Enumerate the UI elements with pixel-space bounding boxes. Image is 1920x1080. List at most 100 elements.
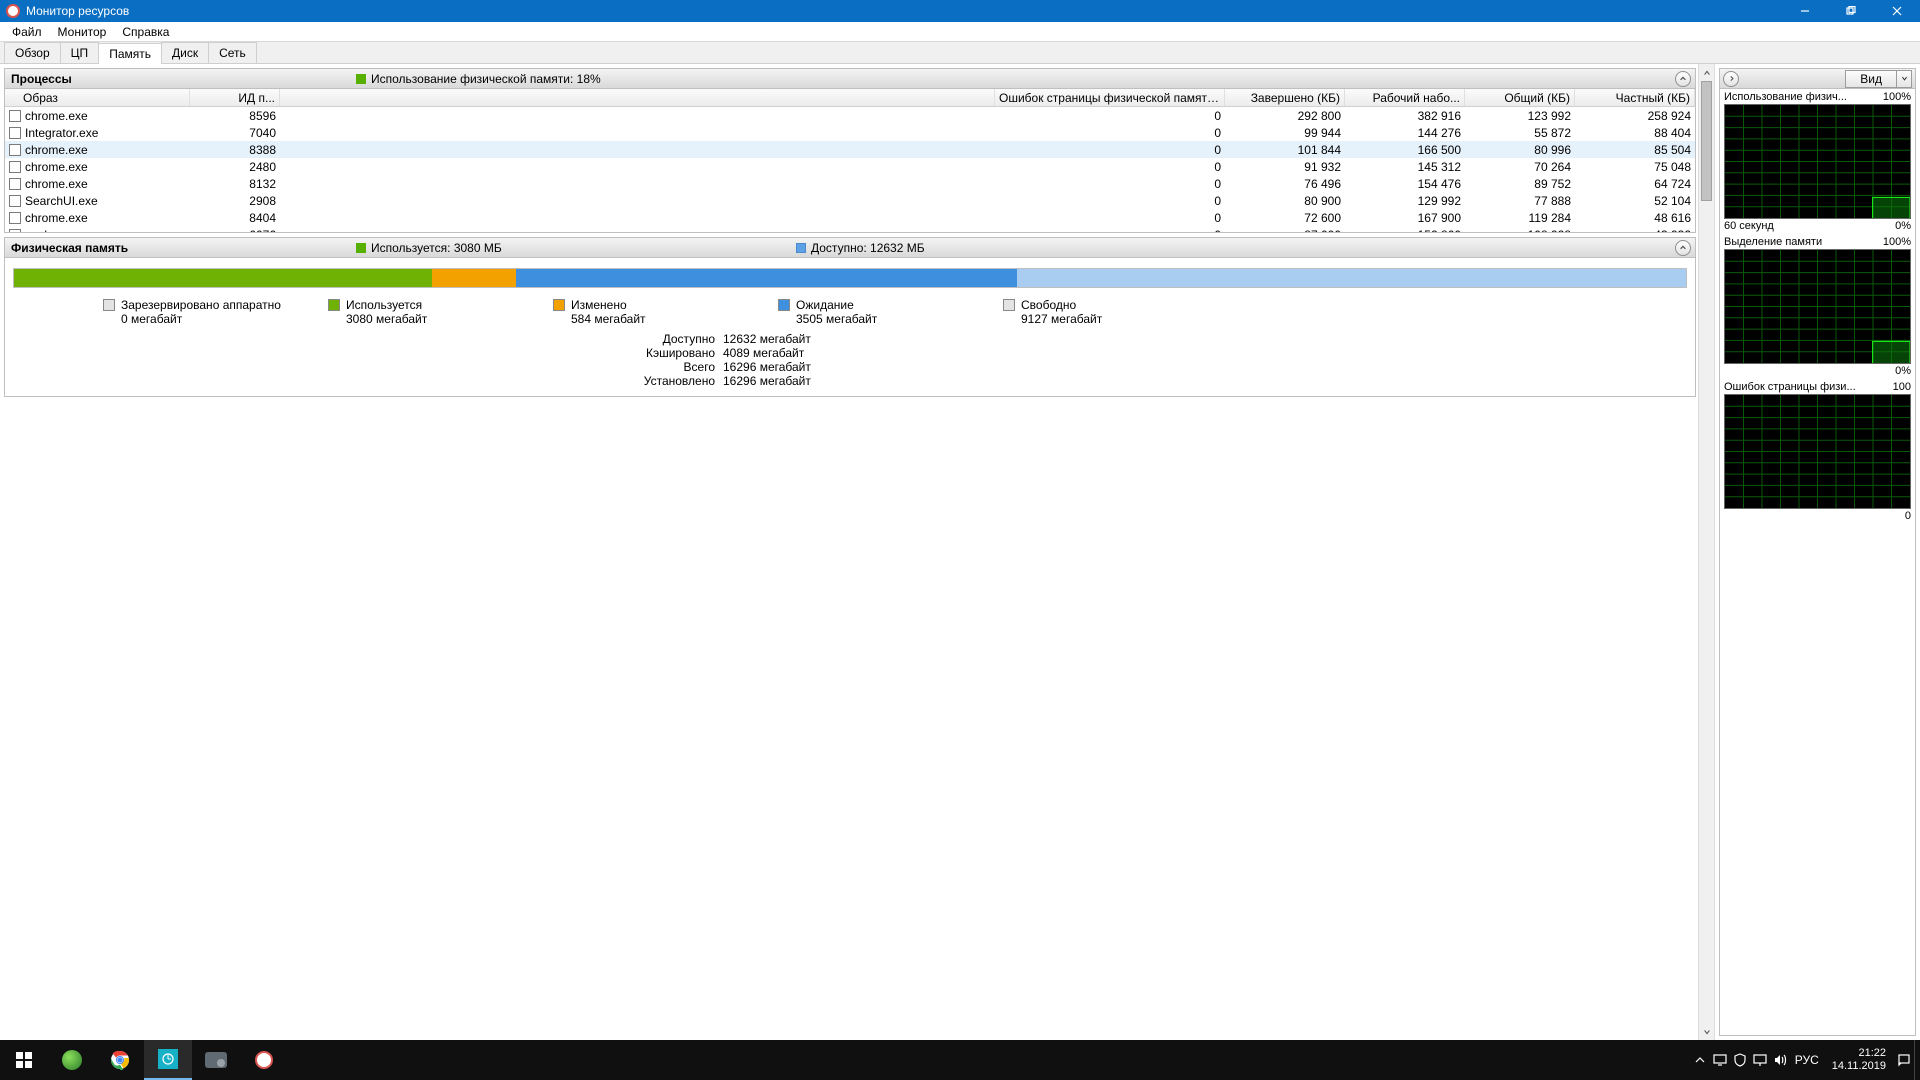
checkbox[interactable] (9, 195, 21, 207)
blue-square-icon (796, 243, 806, 253)
green-square-icon (356, 74, 366, 84)
chart-usage-min: 0% (1895, 220, 1911, 232)
col-pid[interactable]: ИД п... (190, 89, 280, 106)
checkbox[interactable] (9, 161, 21, 173)
processes-section: Процессы Использование физической памяти… (4, 68, 1696, 233)
tab-network[interactable]: Сеть (208, 42, 257, 63)
checkbox[interactable] (9, 212, 21, 224)
chart-faults-graph (1724, 394, 1911, 509)
total-total-value: 16296 мегабайт (723, 360, 811, 374)
start-button[interactable] (0, 1040, 48, 1080)
menubar: Файл Монитор Справка (0, 22, 1920, 42)
legend-used-label: Используется (346, 298, 427, 312)
charts-nav-button[interactable] (1723, 71, 1739, 87)
legend-standby-icon (778, 299, 790, 311)
tray-network-icon[interactable] (1750, 1040, 1770, 1080)
chart-usage-time: 60 секунд (1724, 220, 1774, 232)
checkbox[interactable] (9, 127, 21, 139)
vertical-scrollbar[interactable] (1698, 64, 1715, 1040)
scroll-track[interactable] (1699, 81, 1714, 1023)
view-dropdown-caret[interactable] (1897, 70, 1912, 88)
legend-used-value: 3080 мегабайт (346, 312, 427, 326)
tray-volume-icon[interactable] (1770, 1040, 1790, 1080)
tab-memory[interactable]: Память (98, 43, 162, 64)
chart-alloc: Выделение памяти100% 0% (1720, 234, 1915, 379)
tray-shield-icon[interactable] (1730, 1040, 1750, 1080)
tab-disk[interactable]: Диск (161, 42, 209, 63)
checkbox[interactable] (9, 144, 21, 156)
total-total-label: Всего (623, 360, 723, 374)
taskbar-chrome[interactable] (96, 1040, 144, 1080)
minimize-button[interactable] (1782, 0, 1828, 22)
tab-overview[interactable]: Обзор (4, 42, 61, 63)
taskbar-app-1[interactable] (48, 1040, 96, 1080)
tray-language[interactable]: РУС (1790, 1040, 1824, 1080)
scroll-thumb[interactable] (1701, 81, 1712, 201)
green-square-icon (356, 243, 366, 253)
chart-alloc-max: 100% (1883, 236, 1911, 248)
taskbar-app-5[interactable] (240, 1040, 288, 1080)
processes-header[interactable]: Процессы Использование физической памяти… (5, 69, 1695, 89)
collapse-processes-button[interactable] (1675, 71, 1691, 87)
table-row[interactable]: chrome.exe8132076 496154 47689 75264 724 (5, 175, 1695, 192)
legend-standby-label: Ожидание (796, 298, 877, 312)
tray-chevron-up-icon[interactable] (1690, 1040, 1710, 1080)
chart-faults: Ошибок страницы физи...100 0 (1720, 379, 1915, 524)
legend-reserved-label: Зарезервировано аппаратно (121, 298, 281, 312)
col-wset[interactable]: Рабочий набо... (1345, 89, 1465, 106)
physical-memory-title: Физическая память (11, 241, 356, 255)
menu-file[interactable]: Файл (4, 23, 50, 41)
legend-free-label: Свободно (1021, 298, 1102, 312)
taskbar-clock[interactable]: 21:22 14.11.2019 (1824, 1047, 1894, 1073)
legend-standby-value: 3505 мегабайт (796, 312, 877, 326)
chart-alloc-title: Выделение памяти (1724, 236, 1822, 248)
checkbox[interactable] (9, 229, 21, 233)
table-row[interactable]: explorer.exe6076087 000152 860108 92843 … (5, 226, 1695, 232)
collapse-memory-button[interactable] (1675, 240, 1691, 256)
window-title: Монитор ресурсов (26, 4, 1782, 18)
taskbar: РУС 21:22 14.11.2019 (0, 1040, 1920, 1080)
checkbox[interactable] (9, 110, 21, 122)
col-image[interactable]: Образ (5, 89, 190, 106)
table-row[interactable]: Integrator.exe7040099 944144 27655 87288… (5, 124, 1695, 141)
col-errors[interactable]: Ошибок страницы физической памяти/сек (995, 89, 1225, 106)
chart-faults-max: 100 (1893, 381, 1911, 393)
tray-monitor-icon[interactable] (1710, 1040, 1730, 1080)
total-cached-label: Кэширoвано (623, 346, 723, 360)
taskbar-resource-monitor[interactable] (144, 1040, 192, 1080)
chart-usage-max: 100% (1883, 91, 1911, 103)
mem-avail-text: Доступно: 12632 МБ (811, 241, 925, 255)
table-row[interactable]: SearchUI.exe2908080 900129 99277 88852 1… (5, 192, 1695, 209)
tabs-row: Обзор ЦП Память Диск Сеть (0, 42, 1920, 64)
table-row[interactable]: chrome.exe83880101 844166 50080 99685 50… (5, 141, 1695, 158)
table-row[interactable]: chrome.exe8404072 600167 900119 28448 61… (5, 209, 1695, 226)
checkbox[interactable] (9, 178, 21, 190)
taskbar-time: 21:22 (1832, 1047, 1886, 1060)
menu-help[interactable]: Справка (114, 23, 177, 41)
taskbar-app-4[interactable] (192, 1040, 240, 1080)
chart-usage: Использование физич...100% 60 секунд0% (1720, 89, 1915, 234)
show-desktop-button[interactable] (1914, 1040, 1920, 1080)
tab-cpu[interactable]: ЦП (60, 42, 100, 63)
col-done[interactable]: Завершено (КБ) (1225, 89, 1345, 106)
processes-usage-text: Использование физической памяти: 18% (371, 72, 601, 86)
process-table-header[interactable]: Образ ИД п... Ошибок страницы физической… (5, 89, 1695, 107)
maximize-button[interactable] (1828, 0, 1874, 22)
physical-memory-header[interactable]: Физическая память Используется: 3080 МБ … (5, 238, 1695, 258)
col-shared[interactable]: Общий (КБ) (1465, 89, 1575, 106)
table-row[interactable]: chrome.exe85960292 800382 916123 992258 … (5, 107, 1695, 124)
scroll-up-icon[interactable] (1699, 64, 1714, 81)
tray-notifications-icon[interactable] (1894, 1040, 1914, 1080)
legend-used-icon (328, 299, 340, 311)
close-button[interactable] (1874, 0, 1920, 22)
memory-legend: Зарезервировано аппаратно0 мегабайт Испо… (13, 298, 1687, 326)
physical-memory-section: Физическая память Используется: 3080 МБ … (4, 237, 1696, 397)
processes-title: Процессы (11, 72, 356, 86)
view-dropdown[interactable]: Вид (1845, 70, 1897, 88)
menu-monitor[interactable]: Монитор (50, 23, 115, 41)
legend-modified-icon (553, 299, 565, 311)
scroll-down-icon[interactable] (1699, 1023, 1714, 1040)
total-installed-label: Установлено (623, 374, 723, 388)
table-row[interactable]: chrome.exe2480091 932145 31270 26475 048 (5, 158, 1695, 175)
col-private[interactable]: Частный (КБ) (1575, 89, 1695, 106)
